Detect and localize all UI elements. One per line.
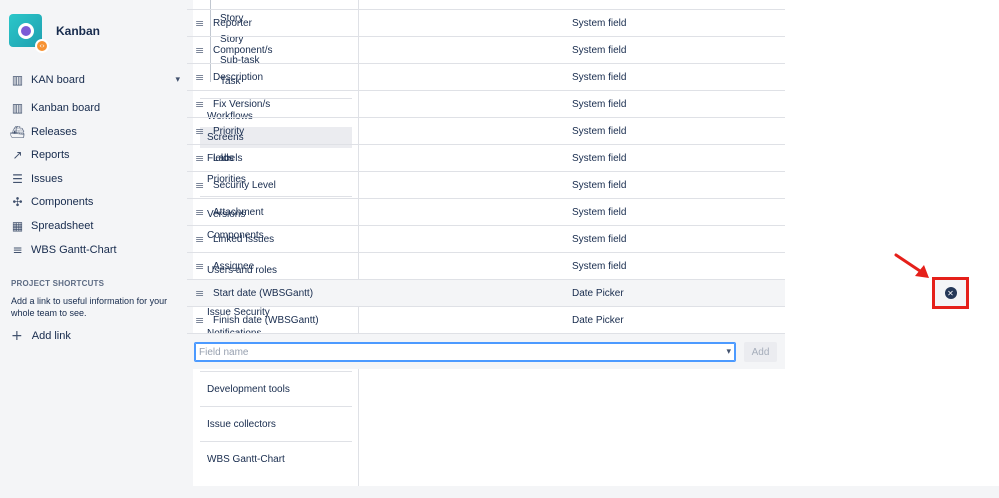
field-type: System field	[572, 260, 627, 272]
field-row[interactable]: ≡ Attachment System field	[187, 198, 785, 225]
field-type: Date Picker	[572, 287, 624, 299]
field-type: System field	[572, 152, 627, 164]
field-type: System field	[572, 206, 627, 218]
sidebar-item-wbs-gantt-chart[interactable]: ≡ WBS Gantt-Chart	[11, 240, 186, 260]
remove-field-icon[interactable]: ✕	[944, 287, 957, 299]
drag-handle-icon[interactable]: ≡	[187, 179, 213, 192]
nav-divider	[200, 441, 352, 442]
field-type: System field	[572, 125, 627, 137]
nav-item-issue-collectors[interactable]: Issue collectors	[200, 414, 352, 435]
field-name: Start date (WBSGantt)	[213, 287, 314, 299]
field-name-placeholder: Field name	[199, 346, 249, 358]
remove-field-highlight: ✕	[932, 277, 969, 309]
field-type: System field	[572, 179, 627, 191]
nav-item-wbs-gantt-chart[interactable]: WBS Gantt-Chart	[200, 449, 352, 470]
shortcuts-text: Add a link to useful information for you…	[11, 296, 168, 318]
sidebar-item-label: Kanban board	[31, 102, 101, 114]
annotation-arrow-icon	[894, 253, 929, 278]
field-name: Description	[213, 71, 264, 83]
chevron-down-icon: ▾	[726, 347, 731, 357]
field-name: Finish date (WBSGantt)	[213, 314, 319, 326]
ship-icon: ⛴	[9, 124, 26, 139]
project-avatar: ‹›	[9, 14, 49, 53]
drag-handle-icon[interactable]: ≡	[187, 314, 213, 327]
gantt-icon: ≡	[12, 242, 23, 257]
table-icon: ▦	[11, 219, 24, 233]
add-link-button[interactable]: + Add link	[11, 328, 71, 344]
drag-handle-icon[interactable]: ≡	[187, 17, 213, 30]
project-sidebar: ‹› Kanban ▥ KAN board ▾ ▥ Kanban board ⛴ Re…	[0, 0, 193, 498]
sidebar-item-label: Issues	[31, 172, 63, 185]
field-row[interactable]: ≡ Description System field	[187, 63, 785, 90]
field-row[interactable]: ≡ Component/s System field	[187, 36, 785, 63]
sidebar-item-releases[interactable]: ⛴ Releases	[9, 122, 186, 142]
sidebar-item-label: Spreadsheet	[31, 220, 94, 232]
field-row[interactable]: ≡ Labels System field	[187, 144, 785, 171]
field-row[interactable]: ≡ Priority System field	[187, 117, 785, 144]
field-name: Attachment	[213, 206, 264, 218]
drag-handle-icon[interactable]: ≡	[187, 44, 213, 57]
field-row[interactable]: ≡ Finish date (WBSGantt) Date Picker	[187, 306, 785, 333]
sidebar-item-kanban-board[interactable]: ▥ Kanban board	[11, 98, 186, 118]
sidebar-item-reports[interactable]: ↗ Reports	[11, 145, 186, 165]
field-name: Labels	[213, 152, 243, 164]
field-row[interactable]: ≡ Assignee System field	[187, 252, 785, 279]
nav-item-development-tools[interactable]: Development tools	[200, 379, 352, 400]
drag-handle-icon[interactable]: ≡	[187, 125, 213, 138]
field-row[interactable]: ≡ Security Level System field	[187, 171, 785, 198]
field-type: Date Picker	[572, 314, 624, 326]
board-selector[interactable]: ▥ KAN board ▾	[11, 70, 186, 90]
sidebar-item-label: WBS Gantt-Chart	[31, 243, 117, 256]
add-link-label: Add link	[31, 330, 71, 342]
drag-handle-icon[interactable]: ≡	[187, 233, 213, 246]
add-field-button[interactable]: Add	[744, 342, 777, 362]
field-name: Assignee	[213, 260, 255, 272]
drag-handle-icon[interactable]: ≡	[187, 152, 213, 165]
shortcuts-title: PROJECT SHORTCUTS	[11, 279, 105, 288]
sidebar-item-label: Releases	[31, 125, 77, 138]
chart-icon: ↗	[12, 148, 23, 163]
project-name: Kanban	[56, 23, 101, 38]
issues-icon: ☰	[12, 171, 23, 186]
sidebar-item-label: Reports	[31, 149, 70, 162]
field-row[interactable]: ≡ Reporter System field	[187, 9, 785, 36]
field-type: System field	[572, 17, 627, 29]
sidebar-item-spreadsheet[interactable]: ▦ Spreadsheet	[11, 216, 186, 236]
drag-handle-icon[interactable]: ≡	[187, 260, 213, 273]
add-field-row: Field name ▾ Add	[187, 333, 785, 369]
project-header[interactable]: ‹› Kanban	[9, 14, 101, 53]
sidebar-item-components[interactable]: ✣ Components	[11, 192, 186, 212]
nav-divider	[200, 406, 352, 407]
board-selector-label: KAN board	[31, 74, 85, 86]
board-icon: ▥	[11, 101, 24, 115]
plus-icon: +	[11, 328, 23, 344]
field-type: System field	[572, 71, 627, 83]
screen-fields-table: ≡ Reporter System field ≡ Component/s System …	[187, 9, 785, 333]
field-type: System field	[572, 233, 627, 245]
code-badge-icon: ‹›	[35, 39, 49, 53]
board-icon: ▥	[11, 73, 24, 87]
chevron-down-icon: ▾	[175, 75, 180, 85]
field-row[interactable]: ≡ Start date (WBSGantt) Date Picker	[187, 279, 785, 306]
nav-divider	[200, 371, 352, 372]
field-row[interactable]: ≡ Linked Issues System field	[187, 225, 785, 252]
field-type: System field	[572, 44, 627, 56]
drag-handle-icon[interactable]: ≡	[187, 206, 213, 219]
field-name: Priority	[213, 125, 245, 137]
field-name-select[interactable]: Field name ▾	[194, 342, 736, 362]
field-name: Linked Issues	[213, 233, 275, 245]
field-name: Reporter	[213, 17, 252, 29]
field-row[interactable]: ≡ Fix Version/s System field	[187, 90, 785, 117]
field-name: Component/s	[213, 44, 273, 56]
field-type: System field	[572, 98, 627, 110]
field-name: Security Level	[213, 179, 276, 191]
puzzle-icon: ✣	[12, 195, 23, 210]
drag-handle-icon[interactable]: ≡	[187, 287, 213, 300]
sidebar-item-label: Components	[31, 196, 94, 209]
field-name: Fix Version/s	[213, 98, 271, 110]
sidebar-item-issues[interactable]: ☰ Issues	[11, 169, 186, 189]
drag-handle-icon[interactable]: ≡	[187, 71, 213, 84]
drag-handle-icon[interactable]: ≡	[187, 98, 213, 111]
